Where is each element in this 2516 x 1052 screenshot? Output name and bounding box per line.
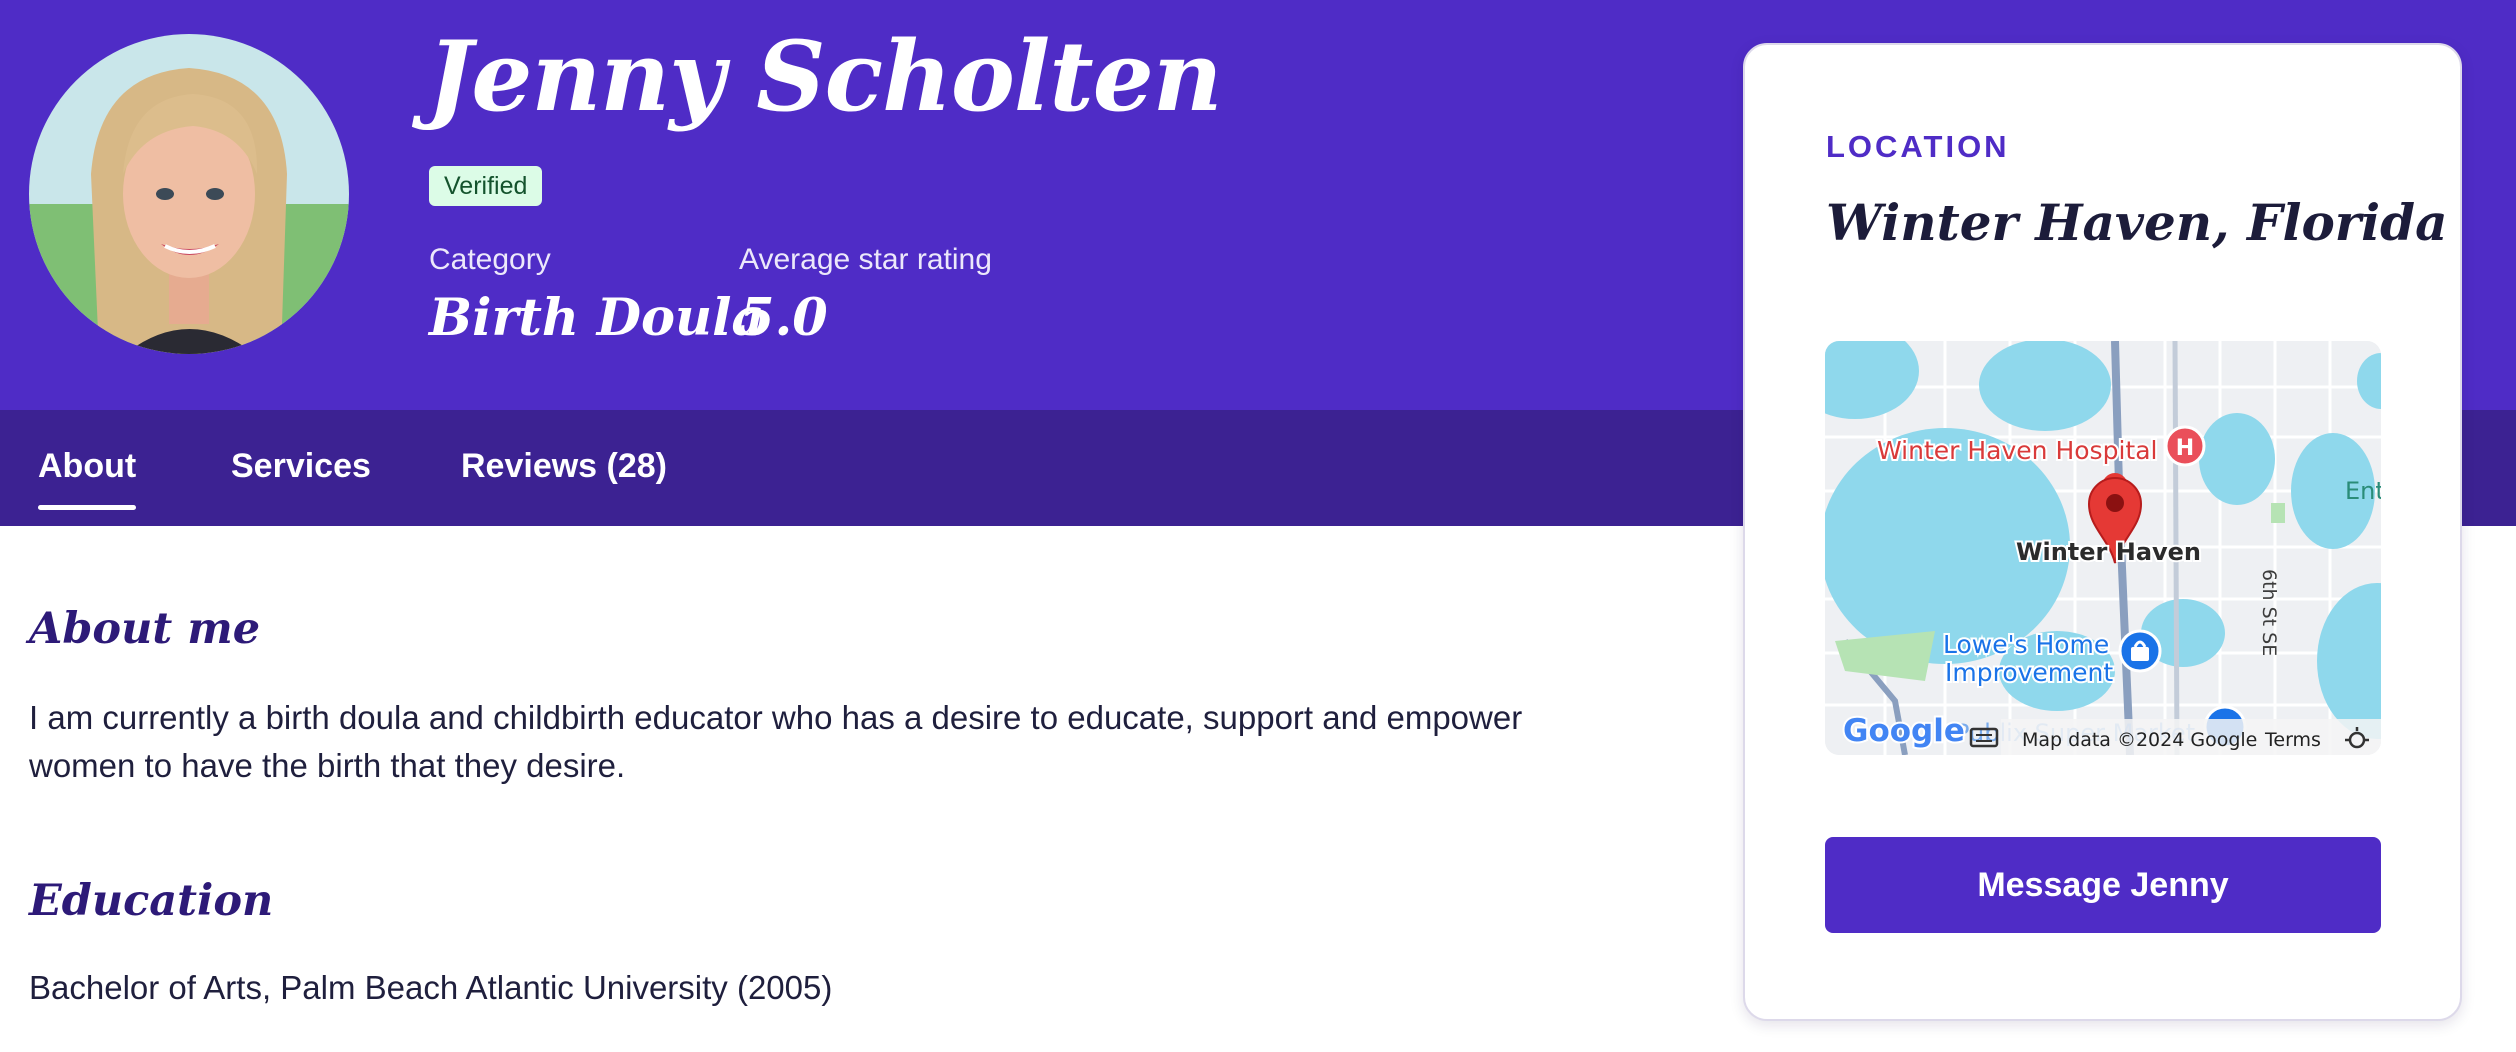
map-attribution: Map data ©2024 Google <box>2022 729 2257 751</box>
svg-text:H: H <box>2176 436 2194 461</box>
avatar <box>29 34 349 354</box>
category-label: Category <box>429 243 551 276</box>
profile-name: Jenny Scholten <box>427 20 1223 133</box>
map-label-store-line1: Lowe's Home <box>1943 630 2109 659</box>
tab-about[interactable]: About <box>38 410 137 526</box>
tab-reviews[interactable]: Reviews (28) <box>461 410 667 526</box>
verified-badge: Verified <box>429 166 543 206</box>
map-terms-link[interactable]: Terms <box>2264 729 2321 751</box>
map-park <box>2271 503 2285 523</box>
profile-photo <box>29 34 349 354</box>
map-label-city: Winter Haven <box>2016 538 2201 566</box>
map-label-street: 6th St SE <box>2258 569 2280 656</box>
shopping-bag-icon <box>2118 629 2162 673</box>
about-text: I am currently a birth doula and childbi… <box>29 699 1523 784</box>
education-heading: Education <box>29 876 274 926</box>
location-map[interactable]: Winter Haven Hospital H Winter Haven Low… <box>1825 341 2381 755</box>
map-label-partial-right: Ent <box>2345 477 2381 505</box>
education-text: Bachelor of Arts, Palm Beach Atlantic Un… <box>29 969 833 1006</box>
message-button[interactable]: Message Jenny <box>1825 837 2381 933</box>
location-value: Winter Haven, Florida <box>1826 193 2448 252</box>
map-label-store-line2: Improvement <box>1945 658 2113 687</box>
category-value: Birth Doula <box>429 288 765 348</box>
rating-label: Average star rating <box>739 243 992 276</box>
hospital-icon: H <box>2164 425 2206 467</box>
location-card: LOCATION Winter Haven, Florida Winter Ha… <box>1743 43 2462 1021</box>
location-label: LOCATION <box>1826 129 2010 164</box>
rating-value: 5.0 <box>739 288 828 348</box>
map-label-hospital: Winter Haven Hospital <box>1877 436 2157 465</box>
tab-services[interactable]: Services <box>231 410 371 526</box>
about-heading: About me <box>29 604 261 654</box>
google-logo: Google <box>1843 713 1965 749</box>
